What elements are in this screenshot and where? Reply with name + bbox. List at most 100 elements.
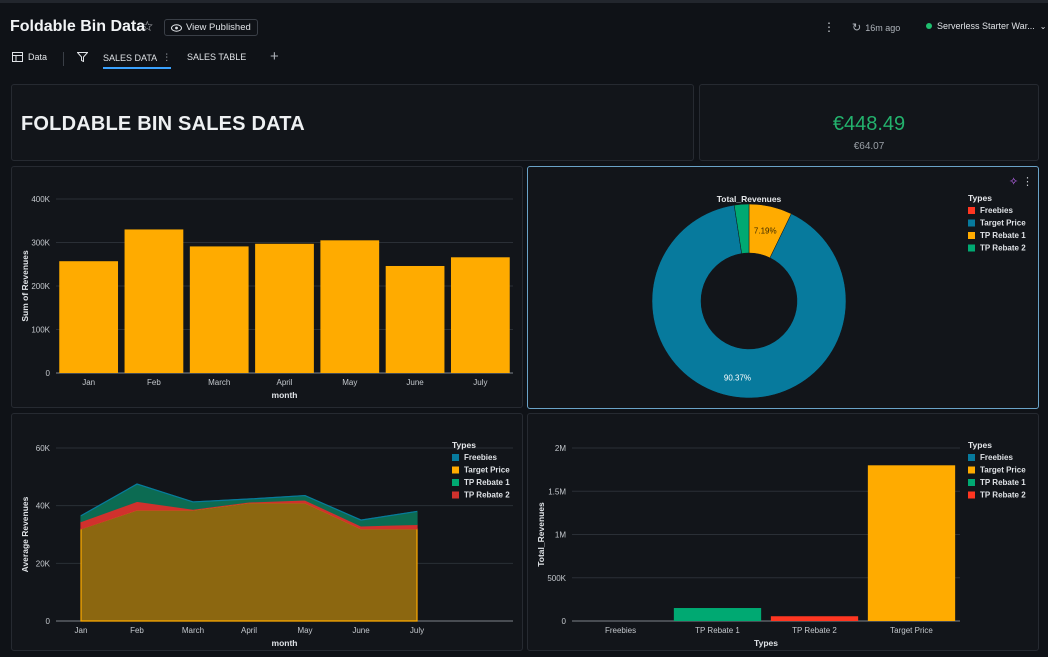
legend-title: Types xyxy=(968,440,992,450)
x-tick-label: Jan xyxy=(75,626,88,635)
x-tick-label: Jan xyxy=(82,378,95,387)
refresh-icon: ↻ xyxy=(852,22,862,34)
y-tick-label: 1M xyxy=(555,531,566,540)
bar xyxy=(673,608,762,621)
warehouse-status-dot xyxy=(926,23,932,29)
star-icon[interactable]: ☆ xyxy=(141,18,154,35)
y-axis-label: Total_Revenues xyxy=(536,502,546,567)
x-tick-label: July xyxy=(473,378,487,387)
eye-icon xyxy=(171,23,182,32)
legend-item: Freebies xyxy=(464,453,497,462)
legend-swatch xyxy=(452,454,459,461)
x-tick-label: May xyxy=(342,378,357,387)
legend-item: TP Rebate 2 xyxy=(980,244,1026,253)
bar xyxy=(385,265,445,373)
funnel-icon xyxy=(77,52,88,62)
x-tick-label: Target Price xyxy=(890,626,933,635)
bar xyxy=(124,229,184,373)
legend-swatch xyxy=(968,466,975,474)
y-tick-label: 400K xyxy=(31,195,50,204)
tab-sales-table[interactable]: SALES TABLE xyxy=(187,52,246,62)
slice-label: 7.19% xyxy=(754,226,777,235)
legend-item: Freebies xyxy=(980,453,1013,462)
title-panel: FOLDABLE BIN SALES DATA xyxy=(11,84,694,161)
y-tick-label: 100K xyxy=(31,326,50,335)
kpi-subvalue: €64.07 xyxy=(853,141,885,152)
x-tick-label: Freebies xyxy=(605,626,636,635)
average-revenue-chart: 0 20K 40K 60K month Average Revenues Jan Feb Mar… xyxy=(20,440,513,648)
x-tick-label: Feb xyxy=(130,626,144,635)
tab-separator xyxy=(63,52,64,66)
x-axis-label: month xyxy=(272,638,298,648)
refresh-time: 16m ago xyxy=(865,22,901,33)
x-axis-label: month xyxy=(272,390,298,400)
x-tick-label: June xyxy=(352,626,370,635)
legend-swatch xyxy=(452,479,459,486)
bar xyxy=(867,465,956,621)
kpi-value: €448.49 xyxy=(832,113,906,135)
legend-swatch xyxy=(968,454,975,461)
legend-swatch xyxy=(968,207,975,214)
legend-title: Types xyxy=(968,193,992,203)
revenue-share-chart: Total_Revenues ✧ ⋮ 7.19% 90.37% Types Freebies… xyxy=(651,176,1033,399)
tab-more-icon[interactable]: ⋮ xyxy=(162,52,171,63)
legend-swatch xyxy=(968,479,975,486)
legend-item: TP Rebate 1 xyxy=(980,478,1026,487)
legend-title: Types xyxy=(452,440,476,450)
dashboard-title: Foldable Bin Data xyxy=(10,18,146,35)
kpi-panel: €448.49 €64.07 xyxy=(699,84,1039,161)
legend-item: TP Rebate 1 xyxy=(980,231,1026,240)
x-tick-label: TP Rebate 1 xyxy=(695,626,740,635)
legend-swatch xyxy=(968,491,975,499)
legend-item: TP Rebate 1 xyxy=(464,478,510,487)
legend-swatch xyxy=(452,491,459,499)
banner-title: FOLDABLE BIN SALES DATA xyxy=(21,113,305,135)
bar xyxy=(189,246,249,373)
legend-item: Target Price xyxy=(464,466,510,475)
bar xyxy=(450,257,510,373)
average-revenue-panel: 0 20K 40K 60K month Average Revenues Jan Feb Mar… xyxy=(11,413,523,651)
tab-data[interactable]: Data xyxy=(12,52,47,62)
view-published-button[interactable]: View Published xyxy=(164,19,258,36)
tab-sales-data-label: SALES DATA xyxy=(103,52,158,63)
add-tab-icon[interactable]: + xyxy=(270,48,279,65)
y-tick-label: 500K xyxy=(547,574,566,583)
refresh-status[interactable]: ↻ 16m ago xyxy=(852,21,900,34)
chevron-down-icon: ⌄ xyxy=(1039,21,1047,31)
legend-swatch xyxy=(968,232,975,239)
x-tick-label: March xyxy=(182,626,204,635)
y-tick-label: 1.5M xyxy=(548,487,566,496)
bar xyxy=(255,243,314,373)
tab-sales-data[interactable]: SALES DATA ⋮ xyxy=(103,52,172,69)
table-icon xyxy=(12,52,23,62)
x-tick-label: April xyxy=(276,378,292,387)
more-options-icon[interactable]: ⋮ xyxy=(823,20,835,34)
revenue-share-panel[interactable]: Total_Revenues ✧ ⋮ 7.19% 90.37% Types Freebies… xyxy=(527,166,1039,409)
x-tick-label: July xyxy=(410,626,424,635)
x-tick-label: March xyxy=(208,378,230,387)
bar xyxy=(59,261,119,373)
legend-item: Target Price xyxy=(980,219,1026,228)
legend-swatch xyxy=(452,466,459,474)
y-tick-label: 200K xyxy=(31,282,50,291)
monthly-revenue-chart: 0 100K 200K 300K 400K month Sum of Revenues Jan… xyxy=(20,195,513,400)
tab-data-label: Data xyxy=(28,52,48,62)
warehouse-selector[interactable]: Serverless Starter War... ⌄ xyxy=(926,21,1046,31)
y-tick-label: 0 xyxy=(46,617,51,626)
y-tick-label: 0 xyxy=(46,369,51,378)
x-tick-label: June xyxy=(406,378,424,387)
legend-item: TP Rebate 2 xyxy=(464,491,510,500)
x-tick-label: TP Rebate 2 xyxy=(792,626,837,635)
x-axis-label: Types xyxy=(754,638,778,648)
revenue-by-type-panel: 0 500K 1M 1.5M 2M Types Total_Revenues Freebies… xyxy=(527,413,1039,651)
slice-label: 90.37% xyxy=(724,374,751,383)
legend-swatch xyxy=(968,244,975,252)
y-tick-label: 40K xyxy=(36,502,51,511)
view-published-label: View Published xyxy=(186,22,251,33)
filter-icon[interactable] xyxy=(77,52,88,62)
x-tick-label: May xyxy=(297,626,312,635)
more-options-icon: ⋮ xyxy=(1022,176,1033,188)
legend-swatch xyxy=(968,219,975,227)
revenue-by-type-chart: 0 500K 1M 1.5M 2M Types Total_Revenues Freebies… xyxy=(536,440,1026,648)
y-tick-label: 20K xyxy=(36,559,51,568)
